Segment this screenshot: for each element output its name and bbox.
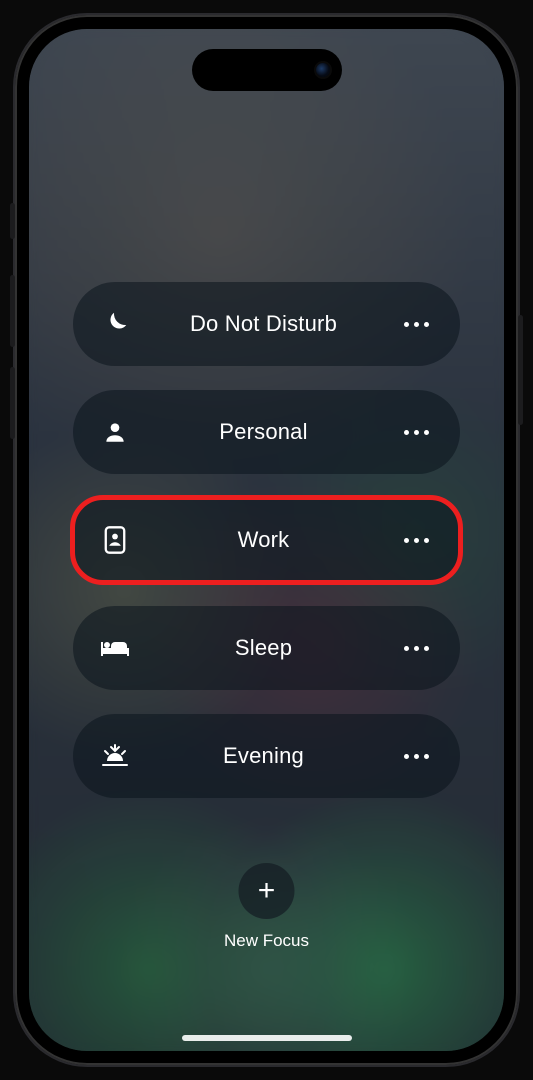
focus-item-evening[interactable]: Evening	[73, 714, 460, 798]
phone-frame: Do Not Disturb Personal	[15, 15, 518, 1065]
focus-item-do-not-disturb[interactable]: Do Not Disturb	[73, 282, 460, 366]
focus-label: Personal	[157, 419, 390, 445]
focus-label: Evening	[157, 743, 390, 769]
more-icon[interactable]	[390, 322, 460, 327]
more-icon[interactable]	[390, 538, 460, 543]
front-camera	[316, 63, 330, 77]
dynamic-island	[192, 49, 342, 91]
moon-icon	[73, 309, 157, 339]
focus-label: Work	[157, 527, 390, 553]
focus-item-work[interactable]: Work	[73, 498, 460, 582]
new-focus-button[interactable]: + New Focus	[224, 863, 309, 951]
plus-icon: +	[239, 863, 295, 919]
new-focus-label: New Focus	[224, 931, 309, 951]
more-icon[interactable]	[390, 646, 460, 651]
bed-icon	[73, 636, 157, 660]
focus-item-personal[interactable]: Personal	[73, 390, 460, 474]
home-indicator[interactable]	[182, 1035, 352, 1041]
focus-list: Do Not Disturb Personal	[73, 282, 460, 798]
focus-label: Do Not Disturb	[157, 311, 390, 337]
mute-switch[interactable]	[10, 203, 15, 239]
screen: Do Not Disturb Personal	[29, 29, 504, 1051]
volume-down-button[interactable]	[10, 367, 15, 439]
power-button[interactable]	[518, 315, 523, 425]
more-icon[interactable]	[390, 430, 460, 435]
focus-label: Sleep	[157, 635, 390, 661]
badge-icon	[73, 525, 157, 555]
more-icon[interactable]	[390, 754, 460, 759]
focus-item-sleep[interactable]: Sleep	[73, 606, 460, 690]
person-icon	[73, 419, 157, 445]
volume-up-button[interactable]	[10, 275, 15, 347]
sunset-icon	[73, 743, 157, 769]
